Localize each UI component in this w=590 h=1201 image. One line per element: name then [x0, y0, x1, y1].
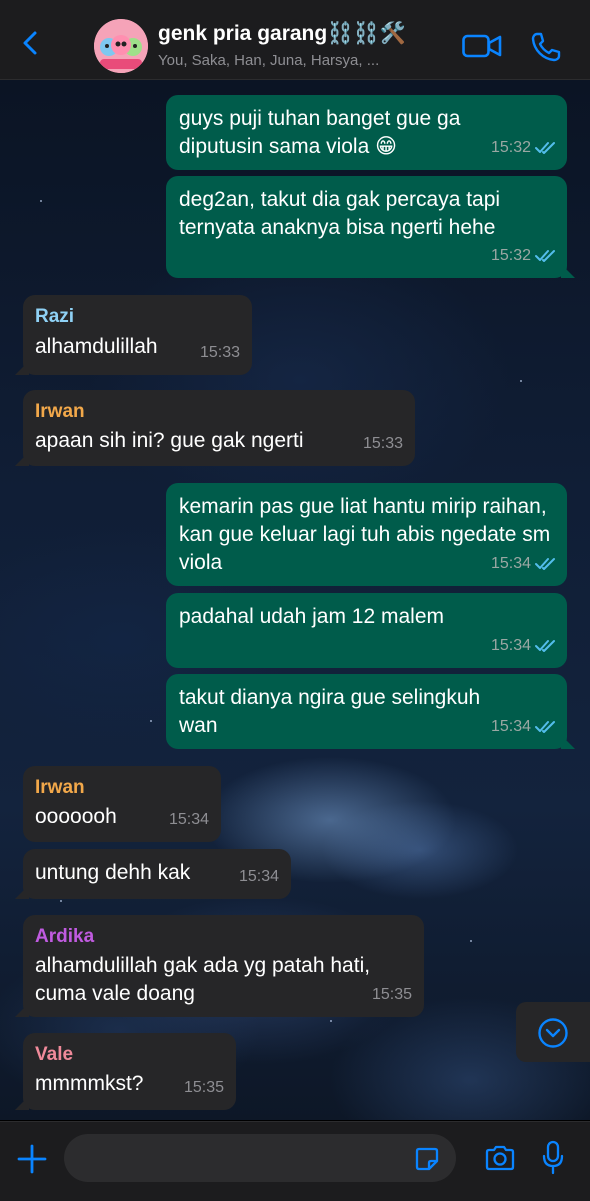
message-meta: 15:35: [372, 981, 412, 1009]
plus-icon[interactable]: [17, 1144, 47, 1174]
message-meta: 15:32: [491, 134, 557, 162]
message-meta: 15:32: [491, 242, 557, 270]
message-meta: 15:34: [239, 863, 279, 891]
message-time: 15:32: [490, 247, 531, 264]
message-bubble-outgoing[interactable]: takut dianya ngira gue selingkuh wan 15:…: [166, 674, 575, 749]
sender-name[interactable]: Irwan: [35, 398, 85, 426]
message-text: alhamdulillah: [35, 335, 158, 358]
message-bubble-outgoing[interactable]: kemarin pas gue liat hantu mirip raihan,…: [166, 483, 567, 586]
message-text: takut dianya ngira gue selingkuh wan: [179, 686, 481, 737]
message-meta: 15:34: [491, 632, 557, 660]
message-text: padahal udah jam 12 malem: [179, 605, 445, 628]
message-bubble-incoming[interactable]: untung dehh kak 15:34: [15, 849, 291, 899]
message-bubble-outgoing[interactable]: guys puji tuhan banget gue ga diputusin …: [166, 95, 567, 170]
message-text: untung dehh kak: [35, 861, 191, 884]
sticker-icon[interactable]: [414, 1146, 440, 1172]
message-text: alhamdulillah gak ada yg patah hati, cum…: [35, 954, 371, 1005]
double-check-icon: [535, 721, 555, 733]
message-text: mmmmkst?: [35, 1072, 144, 1095]
microphone-icon[interactable]: [541, 1140, 565, 1176]
message-bubble-incoming[interactable]: Razi alhamdulillah 15:33: [15, 295, 252, 375]
double-check-icon: [535, 250, 555, 262]
message-bubble-incoming[interactable]: Irwan apaan sih ini? gue gak ngerti 15:3…: [15, 390, 415, 466]
chat-title[interactable]: genk pria garang⛓️⛓️🛠️: [158, 22, 406, 46]
bubble-tail: [561, 264, 575, 278]
double-check-icon: [535, 142, 555, 154]
group-avatar[interactable]: [94, 19, 148, 73]
sender-name[interactable]: Vale: [35, 1041, 73, 1069]
message-meta: 15:34: [491, 713, 557, 741]
camera-icon[interactable]: [484, 1144, 516, 1172]
message-time: 15:34: [490, 718, 531, 735]
chevron-down-circle-icon: [538, 1018, 568, 1048]
message-time: 15:35: [183, 1079, 224, 1096]
message-meta: 15:35: [184, 1074, 224, 1102]
message-text: apaan sih ini? gue gak ngerti: [35, 429, 304, 452]
bubble-tail: [561, 735, 575, 749]
message-meta: 15:34: [169, 806, 209, 834]
message-time: 15:35: [371, 986, 412, 1003]
message-meta: 15:34: [491, 550, 557, 578]
message-bubble-incoming[interactable]: Ardika alhamdulillah gak ada yg patah ha…: [15, 915, 424, 1017]
sender-name[interactable]: Razi: [35, 303, 74, 331]
video-call-icon[interactable]: [462, 33, 502, 59]
double-check-icon: [535, 640, 555, 652]
sender-name[interactable]: Irwan: [35, 774, 85, 802]
message-input-bar: [0, 1121, 590, 1201]
bubble-tail: [15, 452, 29, 466]
message-meta: 15:33: [200, 339, 240, 367]
message-input[interactable]: [64, 1134, 456, 1182]
message-time: 15:34: [490, 637, 531, 654]
message-text: deg2an, takut dia gak percaya tapi terny…: [179, 188, 501, 239]
sender-name[interactable]: Ardika: [35, 923, 94, 951]
message-bubble-outgoing[interactable]: padahal udah jam 12 malem 15:34: [166, 593, 567, 668]
message-time: 15:33: [362, 435, 403, 452]
bubble-tail: [15, 885, 29, 899]
message-text: ooooooh: [35, 805, 117, 828]
scroll-to-bottom-button[interactable]: [516, 1002, 590, 1062]
back-chevron-icon[interactable]: [18, 30, 44, 56]
message-bubble-outgoing[interactable]: deg2an, takut dia gak percaya tapi terny…: [166, 176, 575, 278]
message-bubble-incoming[interactable]: Irwan ooooooh 15:34: [23, 766, 221, 842]
message-time: 15:34: [168, 811, 209, 828]
message-time: 15:34: [238, 868, 279, 885]
bubble-tail: [15, 1003, 29, 1017]
bubble-tail: [15, 1096, 29, 1110]
message-time: 15:34: [490, 555, 531, 572]
message-time: 15:32: [490, 139, 531, 156]
message-meta: 15:33: [363, 430, 403, 458]
voice-call-icon[interactable]: [530, 31, 562, 63]
bubble-tail: [15, 361, 29, 375]
chat-participants[interactable]: You, Saka, Han, Juna, Harsya, ...: [158, 52, 379, 69]
message-time: 15:33: [199, 344, 240, 361]
double-check-icon: [535, 558, 555, 570]
chat-header: genk pria garang⛓️⛓️🛠️ You, Saka, Han, J…: [0, 0, 590, 80]
message-bubble-incoming[interactable]: Vale mmmmkst? 15:35: [15, 1033, 236, 1110]
message-text: guys puji tuhan banget gue ga diputusin …: [179, 107, 461, 158]
